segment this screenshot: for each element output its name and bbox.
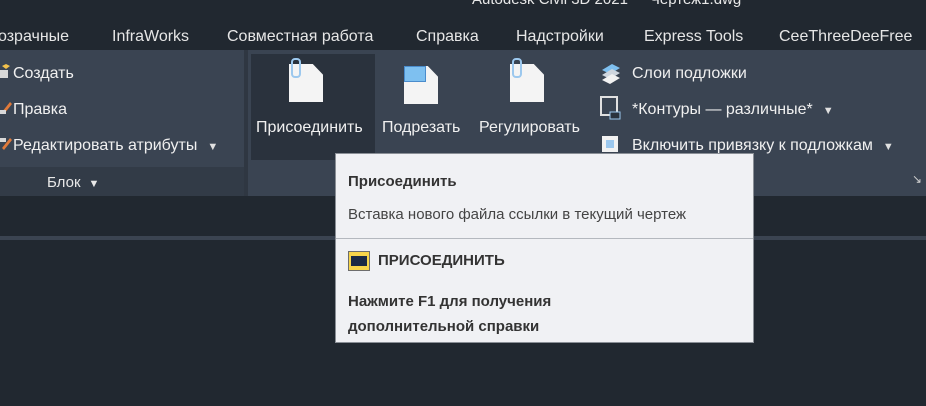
ribbon-tabs: озрачные InfraWorks Совместная работа Сп…: [0, 22, 926, 52]
panel-launcher-icon[interactable]: ↘: [912, 172, 922, 186]
tab-collaborate[interactable]: Совместная работа: [227, 28, 373, 46]
edit-block-button[interactable]: Правка: [13, 101, 67, 119]
edit-attributes-button[interactable]: Редактировать атрибуты ▼: [13, 137, 218, 155]
tooltip-separator: [336, 238, 753, 239]
underlay-layers-icon: [602, 64, 620, 84]
chevron-down-icon: ▼: [882, 141, 894, 153]
tab-help[interactable]: Справка: [416, 28, 479, 46]
frames-label: *Контуры — различные*: [632, 101, 813, 118]
tab-infraworks[interactable]: InfraWorks: [112, 28, 189, 46]
tooltip-help-line: Нажмите F1 для получения: [348, 293, 552, 310]
edit-attributes-icon: [0, 138, 12, 150]
adjust-button[interactable]: Регулировать: [479, 119, 580, 137]
title-bar: Autodesk Civil 3D 2021 Чертеж1.dwg: [0, 0, 926, 22]
underlay-layers-button[interactable]: Слои подложки: [632, 65, 747, 83]
adjust-icon: [510, 58, 550, 102]
clip-icon: [404, 62, 444, 106]
chevron-down-icon: ▼: [88, 178, 100, 190]
paperclip-icon: [512, 58, 522, 78]
tooltip-help-line: дополнительной справки: [348, 318, 540, 335]
chevron-down-icon: ▼: [822, 105, 834, 117]
osnap-underlay-label: Включить привязку к подложкам: [632, 137, 873, 154]
edit-attributes-label: Редактировать атрибуты: [13, 137, 198, 154]
block-panel-title-bar: [0, 167, 244, 196]
clip-frame: [404, 66, 426, 82]
command-icon: [348, 251, 370, 271]
block-panel-label: Блок: [47, 174, 81, 191]
create-block-button[interactable]: Создать: [13, 65, 74, 83]
tooltip-description: Вставка нового файла ссылки в текущий че…: [348, 206, 687, 223]
file-name: Чертеж1.dwg: [650, 0, 741, 8]
attach-tooltip: Присоединить Вставка нового файла ссылки…: [335, 153, 754, 343]
block-panel-title[interactable]: Блок ▼: [47, 174, 99, 191]
clip-button[interactable]: Подрезать: [382, 119, 460, 137]
frames-dropdown[interactable]: *Контуры — различные* ▼: [632, 101, 834, 119]
attach-button[interactable]: Присоединить: [256, 119, 363, 137]
tab-addins[interactable]: Надстройки: [516, 28, 604, 46]
frames-icon: [600, 96, 621, 120]
tooltip-command-name: ПРИСОЕДИНИТЬ: [378, 252, 505, 269]
chevron-down-icon[interactable]: ▼: [207, 141, 218, 153]
attach-icon: [289, 58, 329, 102]
create-block-icon: [0, 64, 10, 78]
osnap-underlay-icon: [602, 136, 618, 152]
tooltip-title: Присоединить: [348, 173, 457, 190]
tab-express-tools[interactable]: Express Tools: [644, 28, 743, 46]
tooltip-help-text: Нажмите F1 для получения дополнительной …: [348, 289, 648, 339]
app-title: Autodesk Civil 3D 2021: [472, 0, 628, 8]
edit-block-icon: [0, 102, 12, 114]
paperclip-icon: [291, 58, 301, 78]
window-title: Autodesk Civil 3D 2021 Чертеж1.dwg: [472, 0, 741, 8]
tab-transparent[interactable]: озрачные: [0, 28, 69, 46]
tab-ceethreedeefree[interactable]: CeeThreeDeeFree: [779, 28, 912, 46]
